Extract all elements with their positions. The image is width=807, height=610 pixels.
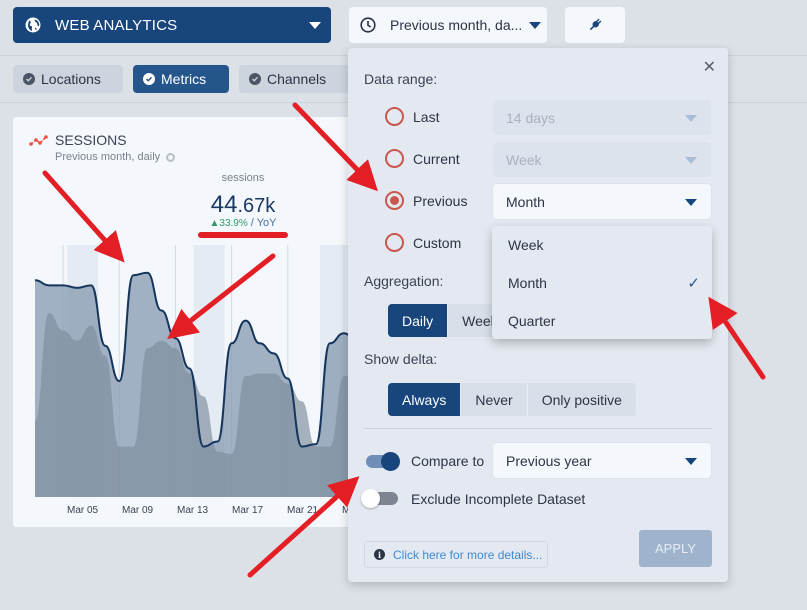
- select-value: 14 days: [506, 109, 556, 126]
- tab-metrics[interactable]: Metrics: [133, 65, 229, 93]
- popover-divider: [364, 428, 712, 429]
- x-tick-label: Mar 05: [67, 505, 99, 516]
- radio-previous[interactable]: Previous: [385, 191, 467, 210]
- apply-button[interactable]: APPLY: [639, 530, 712, 567]
- compare-toggle[interactable]: [364, 452, 400, 471]
- date-range-button[interactable]: Previous month, da...: [349, 7, 547, 43]
- x-tick-label: Mar 21: [287, 505, 319, 516]
- chevron-down-icon: [685, 199, 697, 206]
- radio-current[interactable]: Current: [385, 149, 460, 168]
- check-circle-icon: [23, 73, 35, 85]
- tab-locations[interactable]: Locations: [13, 65, 123, 93]
- select-value: Month: [506, 193, 545, 210]
- delta-always[interactable]: Always: [388, 383, 462, 416]
- radio-label: Last: [413, 108, 440, 125]
- tab-channels[interactable]: Channels: [239, 65, 349, 93]
- tab-label: Channels: [267, 71, 327, 87]
- radio-label: Current: [413, 150, 460, 167]
- checkmark-icon: ✓: [687, 275, 700, 292]
- aggregation-daily[interactable]: Daily: [388, 304, 449, 337]
- current-period-select[interactable]: Week: [493, 142, 711, 177]
- last-period-select[interactable]: 14 days: [493, 100, 711, 135]
- select-value: Previous year: [506, 452, 592, 469]
- exclude-incomplete-label: Exclude Incomplete Dataset: [411, 491, 586, 507]
- more-details-link[interactable]: i Click here for more details...: [364, 541, 548, 568]
- radio-custom[interactable]: Custom: [385, 233, 461, 252]
- radio-last[interactable]: Last: [385, 107, 439, 126]
- close-icon[interactable]: ✕: [703, 60, 716, 76]
- delta-never[interactable]: Never: [461, 383, 528, 416]
- show-delta-label: Show delta:: [364, 351, 438, 367]
- radio-button[interactable]: [385, 149, 404, 168]
- chevron-down-icon: [685, 115, 697, 122]
- date-range-label: Previous month, da...: [390, 17, 523, 33]
- app-selector-label: WEB ANALYTICS: [55, 16, 178, 34]
- period-dropdown-menu: Week Month Quarter ✓: [492, 226, 712, 339]
- radio-button-selected[interactable]: [385, 191, 404, 210]
- radio-label: Previous: [413, 192, 468, 209]
- globe-icon: [25, 17, 41, 33]
- check-circle-icon: [143, 73, 155, 85]
- exclude-incomplete-toggle[interactable]: [361, 489, 398, 508]
- tab-label: Metrics: [161, 71, 207, 87]
- chevron-down-icon: [685, 157, 697, 164]
- clock-icon: [360, 17, 376, 33]
- compare-label: Compare to: [411, 453, 485, 469]
- dropdown-option-quarter[interactable]: Quarter: [508, 313, 555, 329]
- details-link-text: Click here for more details...: [393, 547, 543, 562]
- dropdown-option-week[interactable]: Week: [508, 237, 544, 253]
- plugin-button[interactable]: [565, 7, 625, 43]
- info-icon: i: [374, 549, 385, 560]
- delta-segmented: Always Never Only positive: [388, 383, 637, 416]
- chevron-down-icon: [309, 22, 321, 29]
- radio-button[interactable]: [385, 107, 404, 126]
- x-tick-label: Mar 09: [122, 505, 154, 516]
- data-range-label: Data range:: [364, 71, 438, 87]
- app-selector[interactable]: WEB ANALYTICS: [13, 7, 331, 43]
- date-range-popover: ✕ Data range: Last 14 days Current Week …: [348, 48, 728, 582]
- previous-period-select[interactable]: Month: [493, 184, 711, 219]
- check-circle-icon: [249, 73, 261, 85]
- delta-only-positive[interactable]: Only positive: [528, 383, 637, 416]
- plug-icon: [589, 18, 602, 31]
- radio-button[interactable]: [385, 233, 404, 252]
- select-value: Week: [506, 151, 542, 168]
- sessions-card: SESSIONS Previous month, daily sessions …: [13, 117, 358, 527]
- x-tick-label: Mar 13: [177, 505, 209, 516]
- dropdown-option-month[interactable]: Month: [508, 275, 547, 291]
- chevron-down-icon: [529, 21, 542, 29]
- chevron-down-icon: [685, 458, 697, 465]
- tab-label: Locations: [41, 71, 101, 87]
- x-tick-label: Mar 17: [232, 505, 264, 516]
- compare-select[interactable]: Previous year: [493, 443, 711, 478]
- radio-label: Custom: [413, 234, 462, 251]
- sessions-chart: [34, 245, 358, 497]
- aggregation-label: Aggregation:: [364, 273, 444, 289]
